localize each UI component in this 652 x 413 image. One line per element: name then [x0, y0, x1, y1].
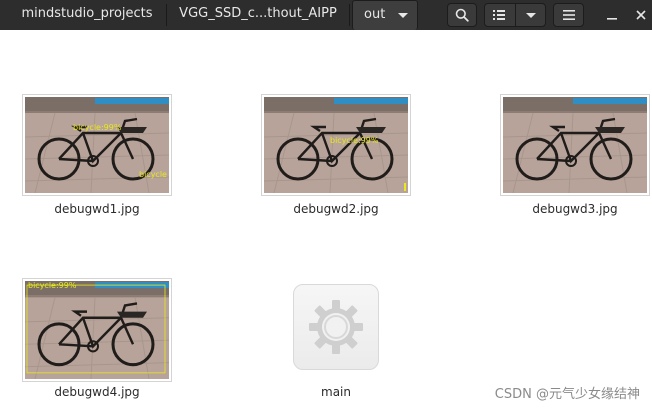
breadcrumb-vgg-ssd[interactable]: VGG_SSD_c...thout_AIPP — [170, 0, 346, 30]
file-name: debugwd1.jpg — [54, 202, 140, 216]
main-menu-button[interactable] — [553, 3, 584, 27]
minimize-button[interactable] — [602, 5, 622, 25]
detection-label: bicycle:99% — [28, 281, 77, 290]
chevron-down-icon — [525, 12, 536, 18]
bicycle-photo: bicycle:99% — [264, 97, 408, 193]
list-view-icon — [493, 10, 505, 20]
breadcrumb-out[interactable]: out — [352, 0, 418, 30]
view-options-button[interactable] — [515, 3, 546, 27]
file-name: debugwd2.jpg — [293, 202, 379, 216]
executable-file-icon[interactable] — [293, 284, 379, 370]
gear-icon — [309, 300, 363, 354]
search-button[interactable] — [447, 3, 477, 27]
close-icon — [636, 10, 646, 20]
bicycle-photo — [503, 97, 647, 193]
breadcrumb-divider — [166, 4, 167, 26]
breadcrumb-out-label: out — [364, 7, 386, 22]
detection-label: bicycle:99% — [73, 123, 122, 132]
breadcrumb-divider — [349, 4, 350, 26]
file-name: debugwd4.jpg — [54, 385, 140, 399]
bicycle-photo: bicycle:99% — [25, 281, 169, 379]
detection-label: bicycle:99% — [330, 136, 379, 145]
bicycle-photo: bicycle:99% bicycle — [25, 97, 169, 193]
header-bar: mindstudio_projects VGG_SSD_c...thout_AI… — [0, 0, 652, 30]
breadcrumb-mindstudio-projects[interactable]: mindstudio_projects — [12, 0, 162, 30]
image-thumbnail[interactable]: bicycle:99% — [261, 94, 411, 196]
hamburger-menu-icon — [562, 10, 575, 20]
view-toggle-button[interactable] — [484, 3, 516, 27]
file-name: debugwd3.jpg — [532, 202, 618, 216]
minimize-icon — [607, 18, 617, 20]
chevron-down-icon — [398, 13, 408, 18]
search-icon — [455, 8, 469, 22]
close-button[interactable] — [631, 5, 651, 25]
watermark-text: CSDN @元气少女缘结神 — [494, 387, 640, 402]
image-thumbnail[interactable] — [500, 94, 650, 196]
image-thumbnail[interactable]: bicycle:99% — [22, 278, 172, 382]
detection-label: bicycle — [139, 170, 167, 179]
file-name: main — [321, 385, 351, 399]
image-thumbnail[interactable]: bicycle:99% bicycle — [22, 94, 172, 196]
